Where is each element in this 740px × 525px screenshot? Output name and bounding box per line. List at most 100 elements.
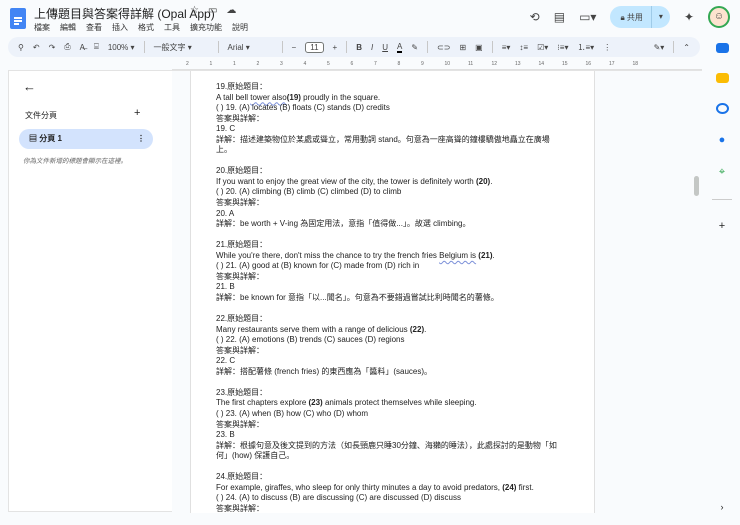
sentence-pre: If you want to enjoy the great view of t… — [216, 176, 476, 186]
ruler-tick: 3 — [280, 61, 283, 67]
menu-view[interactable]: 查看 — [86, 22, 102, 33]
italic-icon[interactable]: I — [371, 43, 373, 52]
expand-panel-icon[interactable]: › — [721, 502, 724, 512]
cloud-status-icon[interactable]: ☁ — [226, 5, 236, 16]
comment-add-icon[interactable]: ⊞ — [459, 43, 466, 52]
add-addon-icon[interactable]: + — [719, 220, 725, 232]
ruler-tick: 1 — [209, 61, 213, 67]
back-arrow-icon[interactable]: ← — [23, 79, 36, 94]
sentence-ul: Belgium is — [439, 250, 477, 260]
document-page[interactable]: 19.原始題目： A tall bell tower also(19) proud… — [190, 71, 595, 513]
ruler-tick: 9 — [421, 61, 424, 67]
tab-item[interactable]: ▤ 分頁 1 ⋮ — [19, 129, 153, 149]
avatar[interactable]: ☺ — [708, 6, 730, 28]
ruler-tick: 15 — [562, 61, 568, 67]
print-icon[interactable]: ⎙ — [64, 42, 70, 52]
star-icon[interactable]: ☆ — [190, 5, 199, 16]
document-title[interactable]: 上傳題目與答案得詳解 (Opal App) — [34, 5, 215, 22]
redo-icon[interactable]: ↷ — [49, 43, 56, 52]
style-select[interactable]: 一般文字 ▾ — [154, 42, 209, 53]
numbered-list-icon[interactable]: ⒈≡▾ — [578, 42, 595, 53]
menu-extensions[interactable]: 擴充功能 — [190, 22, 222, 33]
underline-icon[interactable]: U — [382, 43, 388, 52]
question-sentence: The first chapters explore (23) animals … — [216, 398, 561, 409]
font-select[interactable]: Arial ▾ — [228, 43, 273, 52]
ruler-tick: 14 — [538, 61, 545, 67]
collapse-icon[interactable]: ⌃ — [683, 43, 690, 52]
calendar-icon[interactable] — [715, 43, 729, 54]
image-icon[interactable]: ▣ — [475, 43, 483, 52]
comments-icon[interactable]: ▤ — [554, 10, 565, 24]
more-icon[interactable]: ⋮ — [603, 43, 611, 52]
question-options: ( ) 23. (A) when (B) how (C) who (D) who… — [216, 408, 369, 418]
text-color-icon[interactable]: A — [397, 42, 403, 53]
sentence-bold: (24) — [502, 482, 517, 492]
highlight-icon[interactable]: ✎ — [411, 43, 418, 52]
paint-format-icon[interactable]: ⌸ — [94, 42, 99, 52]
question-title: 22.原始題目： — [216, 314, 268, 324]
document-area: 19.原始題目： A tall bell tower also(19) proud… — [172, 70, 702, 513]
contacts-icon[interactable]: ● — [719, 134, 726, 146]
divider — [712, 199, 732, 200]
bullet-list-icon[interactable]: ⁝≡▾ — [557, 43, 568, 52]
share-dropdown[interactable]: ▾ — [650, 6, 670, 28]
sentence-post: first. — [516, 482, 534, 492]
question-title: 19.原始題目： — [216, 82, 268, 91]
sentence-post: . — [490, 176, 493, 186]
ruler-tick: 2 — [186, 61, 189, 67]
question-sentence: While you're there, don't miss the chanc… — [216, 251, 561, 262]
ruler-tick: 11 — [468, 61, 474, 67]
side-apps-bar: ● ⌖ + › — [704, 37, 740, 512]
decrease-font-icon[interactable]: − — [292, 43, 297, 52]
menu-insert[interactable]: 插入 — [112, 22, 128, 33]
tab-more-icon[interactable]: ⋮ — [137, 129, 145, 149]
increase-font-icon[interactable]: + — [333, 43, 338, 52]
question-block: 23.原始題目： The first chapters explore (23) … — [216, 388, 561, 462]
question-block: 19.原始題目： A tall bell tower also(19) proud… — [216, 82, 561, 156]
keep-icon[interactable] — [715, 73, 729, 84]
meet-icon[interactable]: ▭▾ — [579, 10, 596, 24]
maps-icon[interactable]: ⌖ — [719, 166, 725, 179]
ruler-tick: 8 — [397, 61, 401, 67]
answer-value: 21. B — [216, 282, 235, 292]
undo-icon[interactable]: ↶ — [33, 43, 40, 52]
spellcheck-icon[interactable]: A̶ — [80, 43, 85, 52]
bold-icon[interactable]: B — [356, 43, 362, 52]
docs-logo[interactable] — [10, 8, 26, 29]
answer-value: 20. A — [216, 208, 235, 218]
editing-mode-icon[interactable]: ✎▾ — [654, 43, 665, 52]
sentence-pre: For example, giraffes, who sleep for onl… — [216, 482, 503, 492]
ruler[interactable]: 2 1 1 2 3 4 5 6 7 8 9 10 11 12 13 14 15 16 17 18 — [172, 60, 702, 70]
menu-tools[interactable]: 工具 — [164, 22, 180, 33]
move-folder-icon[interactable]: ▭ — [208, 5, 217, 16]
sentence-pre: The first chapters explore — [216, 398, 309, 408]
menu-help[interactable]: 說明 — [232, 22, 248, 33]
menu-file[interactable]: 檔案 — [34, 22, 50, 33]
ruler-tick: 5 — [327, 61, 330, 67]
share-button[interactable]: 🔒︎ 共用 ▾ — [610, 6, 670, 28]
link-icon[interactable]: ⊂⊃ — [437, 43, 450, 52]
line-spacing-icon[interactable]: ↕≡ — [519, 43, 528, 52]
menu-format[interactable]: 格式 — [138, 22, 154, 33]
question-sentence: If you want to enjoy the great view of t… — [216, 177, 561, 188]
zoom-select[interactable]: 100% ▾ — [108, 43, 135, 52]
version-history-icon[interactable]: ⟲ — [530, 10, 540, 24]
question-title: 23.原始題目： — [216, 387, 268, 397]
align-icon[interactable]: ≡▾ — [502, 43, 511, 52]
font-size-input[interactable]: 11 — [305, 41, 324, 53]
question-sentence: Many restaurants serve them with a range… — [216, 325, 561, 336]
add-tab-icon[interactable]: + — [134, 107, 140, 119]
checklist-icon[interactable]: ☑▾ — [537, 43, 548, 52]
scrollbar[interactable] — [694, 176, 699, 196]
sentence-pre: While you're there, don't miss the chanc… — [216, 250, 440, 260]
question-options: ( ) 22. (A) emotions (B) trends (C) sauc… — [216, 335, 405, 345]
sentence-post: . — [492, 250, 495, 260]
sentence-ul: tower also — [250, 92, 287, 102]
gemini-icon[interactable]: ✦ — [684, 10, 694, 24]
answer-label: 答案與詳解： — [216, 503, 264, 513]
menu-edit[interactable]: 編輯 — [60, 22, 76, 33]
tasks-icon[interactable] — [715, 103, 729, 115]
sentence-bold: (22) — [409, 324, 425, 334]
question-options: ( ) 19. (A) locates (B) floats (C) stand… — [216, 103, 390, 113]
search-icon[interactable]: ⚲ — [18, 43, 24, 52]
